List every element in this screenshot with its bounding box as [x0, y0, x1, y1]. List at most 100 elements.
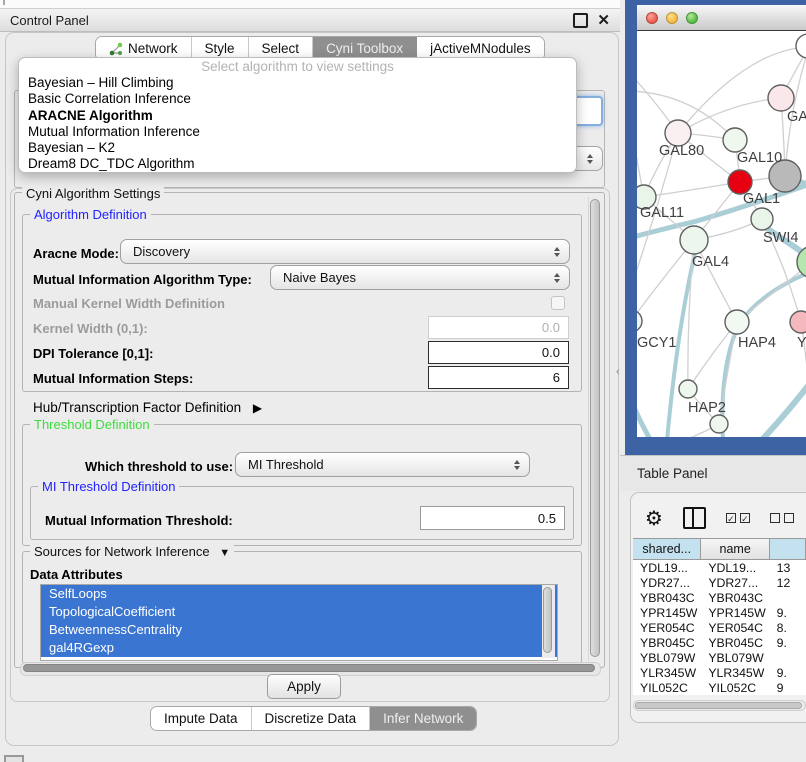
- select-all-checks-icon[interactable]: ✓ ✓: [726, 513, 750, 523]
- zoom-traffic-light-icon[interactable]: [686, 12, 698, 24]
- algorithm-option[interactable]: Bayesian – Hill Climbing: [19, 75, 576, 91]
- data-attribute-item[interactable]: TopologicalCoefficient: [41, 603, 557, 621]
- unchecked-box-icon: [784, 513, 794, 523]
- algorithm-option[interactable]: Dream8 DC_TDC Algorithm: [19, 156, 576, 172]
- settings-vertical-scrollbar[interactable]: [588, 197, 602, 661]
- algorithm-option[interactable]: Mutual Information Inference: [19, 124, 576, 140]
- mi-steps-field[interactable]: 6: [428, 366, 569, 389]
- mi-algorithm-type-combobox[interactable]: Naive Bayes: [270, 265, 570, 290]
- network-node[interactable]: [710, 415, 728, 433]
- table-row[interactable]: YIL052CYIL052C9: [633, 681, 806, 695]
- apply-button[interactable]: Apply: [267, 674, 341, 699]
- minimize-traffic-light-icon[interactable]: [666, 12, 678, 24]
- float-window-icon[interactable]: [573, 13, 588, 28]
- aracne-mode-combobox[interactable]: Discovery: [120, 239, 570, 264]
- columns-icon[interactable]: [683, 507, 706, 529]
- network-canvas[interactable]: GALGAL80GAL10GAL1GAL11SWI4GAL4GCY1HAP4YH…: [637, 31, 806, 437]
- network-edge: [722, 269, 806, 437]
- table-column-header[interactable]: [770, 539, 806, 559]
- network-node-y[interactable]: [790, 311, 806, 333]
- tab-discretize-data[interactable]: Discretize Data: [252, 707, 371, 730]
- network-tab-icon: [109, 42, 123, 56]
- table-cell: YDR27...: [633, 576, 701, 590]
- table-cell: 9.: [770, 666, 806, 680]
- data-attribute-item[interactable]: SelfLoops: [41, 585, 557, 603]
- which-threshold-combobox[interactable]: MI Threshold: [235, 452, 530, 477]
- table-cell: YBR045C: [633, 636, 701, 650]
- attributes-scrollbar-thumb[interactable]: [543, 587, 552, 653]
- network-node-gal[interactable]: [768, 85, 794, 111]
- table-cell: YER054C: [633, 621, 701, 635]
- table-row[interactable]: YBR043CYBR043C: [633, 590, 806, 605]
- close-icon[interactable]: ✕: [597, 15, 610, 26]
- gear-icon[interactable]: ⚙: [645, 508, 663, 528]
- kernel-width-value: 0.0: [542, 320, 560, 335]
- data-attributes-label: Data Attributes: [30, 567, 123, 582]
- cyni-algorithm-settings-title: Cyni Algorithm Settings: [22, 186, 164, 201]
- data-attribute-item[interactable]: gal4RGexp: [41, 639, 557, 657]
- table-row[interactable]: YBL079WYBL079W: [633, 651, 806, 666]
- checked-box-icon: ✓: [726, 513, 736, 523]
- kernel-width-field[interactable]: 0.0: [428, 316, 569, 339]
- algorithm-option[interactable]: Bayesian – K2: [19, 140, 576, 156]
- table-column-header[interactable]: name: [701, 539, 769, 559]
- algorithm-option[interactable]: Basic Correlation Inference: [19, 91, 576, 107]
- table-row[interactable]: YPR145WYPR145W9.: [633, 605, 806, 620]
- network-node-swi4[interactable]: [751, 208, 773, 230]
- network-node-label: GAL11: [640, 205, 684, 221]
- window-buttons: ✕: [573, 13, 610, 28]
- table-row[interactable]: YER054CYER054C8.: [633, 620, 806, 635]
- tab-label: Select: [262, 41, 300, 56]
- network-node-label: GAL1: [743, 191, 780, 207]
- close-traffic-light-icon[interactable]: [646, 12, 658, 24]
- apply-button-label: Apply: [287, 679, 321, 694]
- settings-hscrollbar-thumb[interactable]: [23, 664, 595, 672]
- table-cell: YDL19...: [701, 561, 769, 575]
- table-cell: YBR045C: [701, 636, 769, 650]
- tab-label: jActiveMNodules: [430, 41, 531, 56]
- cyni-bottom-tabbar: Impute DataDiscretize DataInfer Network: [150, 706, 477, 731]
- sources-title[interactable]: Sources for Network Inference ▼: [30, 544, 234, 559]
- network-node-label: HAP4: [738, 335, 776, 351]
- mi-threshold-field[interactable]: 0.5: [420, 506, 565, 530]
- table-row[interactable]: YDR27...YDR27...12: [633, 575, 806, 590]
- network-node-gal10[interactable]: [723, 128, 747, 152]
- manual-kernel-width-checkbox[interactable]: [551, 296, 565, 310]
- network-node-hap4[interactable]: [725, 310, 749, 334]
- table-row[interactable]: YBR045CYBR045C9.: [633, 635, 806, 650]
- table-row[interactable]: YDL19...YDL19...13: [633, 560, 806, 575]
- network-node-gcy1[interactable]: [637, 310, 642, 332]
- table-cell: 12: [770, 576, 806, 590]
- table-cell: 9: [770, 681, 806, 695]
- network-node-label: Y: [797, 335, 806, 351]
- hub-tf-expander[interactable]: Hub/Transcription Factor Definition ▶: [33, 400, 262, 415]
- table-cell: 13: [770, 561, 806, 575]
- table-hscrollbar-thumb[interactable]: [635, 702, 802, 709]
- bottom-left-partial-widget: [4, 755, 24, 762]
- combo-arrows-icon: [587, 154, 593, 164]
- table-cell: YIL052C: [633, 681, 701, 695]
- settings-scrollbar-thumb[interactable]: [590, 199, 600, 657]
- network-node[interactable]: [796, 34, 806, 58]
- network-node-gal4[interactable]: [680, 226, 708, 254]
- divider-collapse-icon[interactable]: ‹: [616, 366, 620, 378]
- algorithm-option[interactable]: ARACNE Algorithm: [19, 108, 576, 124]
- network-graph: GALGAL80GAL10GAL1GAL11SWI4GAL4GCY1HAP4YH…: [637, 31, 806, 437]
- network-node-label: GAL4: [692, 254, 729, 270]
- mi-steps-label: Mutual Information Steps:: [33, 371, 193, 386]
- table-horizontal-scrollbar[interactable]: [633, 700, 806, 711]
- tab-infer-network[interactable]: Infer Network: [370, 707, 476, 730]
- table-cell: YBL079W: [633, 651, 701, 665]
- expand-right-icon: ▶: [253, 401, 262, 415]
- data-attribute-item[interactable]: BetweennessCentrality: [41, 621, 557, 639]
- table-column-header[interactable]: shared...: [633, 539, 701, 559]
- tab-impute-data[interactable]: Impute Data: [151, 707, 252, 730]
- deselect-all-checks-icon[interactable]: [770, 513, 794, 523]
- dpi-tolerance-field[interactable]: 0.0: [428, 341, 569, 364]
- network-node-label: GCY1: [637, 335, 677, 351]
- attributes-vertical-scrollbar[interactable]: [542, 585, 555, 658]
- network-node-hap2[interactable]: [679, 380, 697, 398]
- table-row[interactable]: YLR345WYLR345W9.: [633, 666, 806, 681]
- mi-steps-value: 6: [553, 370, 560, 385]
- unchecked-box-icon: [770, 513, 780, 523]
